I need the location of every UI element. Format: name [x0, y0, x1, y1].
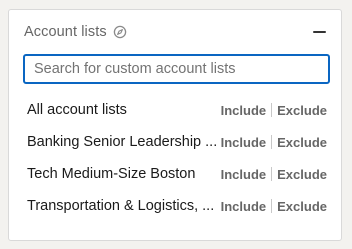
list-item: Banking Senior Leadership ... Include Ex…	[27, 126, 327, 158]
divider	[271, 135, 273, 149]
exclude-button[interactable]: Exclude	[277, 199, 327, 214]
list-item-actions: Include Exclude	[221, 167, 327, 182]
account-lists: All account lists Include Exclude Bankin…	[27, 94, 327, 222]
compass-icon[interactable]	[113, 25, 127, 39]
list-item: Tech Medium-Size Boston Include Exclude	[27, 158, 327, 190]
exclude-button[interactable]: Exclude	[277, 135, 327, 150]
list-item-label: Banking Senior Leadership ...	[27, 134, 218, 150]
account-lists-panel: Account lists All account lists Include …	[8, 9, 342, 241]
header-title-group: Account lists	[24, 24, 127, 40]
list-item: Transportation & Logistics, ... Include …	[27, 190, 327, 222]
exclude-button[interactable]: Exclude	[277, 103, 327, 118]
divider	[271, 103, 273, 117]
include-button[interactable]: Include	[221, 103, 267, 118]
list-item-label: All account lists	[27, 102, 127, 118]
collapse-minus-icon[interactable]	[311, 24, 327, 40]
panel-header: Account lists	[24, 21, 327, 43]
include-button[interactable]: Include	[221, 199, 267, 214]
list-item-actions: Include Exclude	[221, 199, 327, 214]
panel-title: Account lists	[24, 24, 107, 40]
account-list-search-input[interactable]	[23, 54, 330, 84]
exclude-button[interactable]: Exclude	[277, 167, 327, 182]
list-item-label: Tech Medium-Size Boston	[27, 166, 196, 182]
list-item-label: Transportation & Logistics, ...	[27, 198, 215, 214]
include-button[interactable]: Include	[221, 167, 267, 182]
divider	[271, 199, 273, 213]
list-item-actions: Include Exclude	[221, 103, 327, 118]
divider	[271, 167, 273, 181]
list-item: All account lists Include Exclude	[27, 94, 327, 126]
include-button[interactable]: Include	[221, 135, 267, 150]
list-item-actions: Include Exclude	[221, 135, 327, 150]
